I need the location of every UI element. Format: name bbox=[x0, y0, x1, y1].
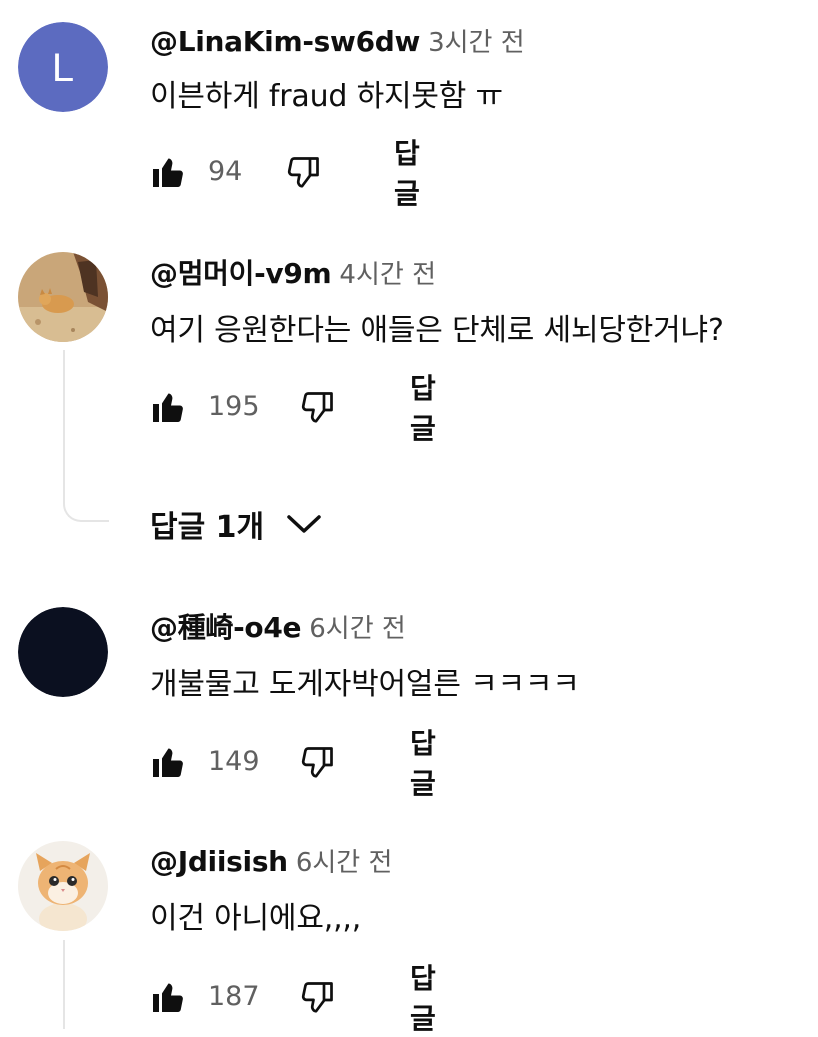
thumbs-up-icon bbox=[153, 748, 183, 777]
dislike-button[interactable] bbox=[286, 150, 322, 194]
like-count: 195 bbox=[208, 391, 260, 422]
reply-button[interactable]: 답글 bbox=[410, 962, 436, 1035]
reply-label: 답글 bbox=[394, 137, 420, 210]
reply-button[interactable]: 답글 bbox=[410, 727, 436, 800]
timestamp[interactable]: 6시간 전 bbox=[296, 848, 393, 878]
reply-button[interactable]: 답글 bbox=[394, 137, 420, 210]
like-count: 149 bbox=[208, 746, 260, 777]
reply-label: 답글 bbox=[410, 727, 436, 800]
thread-connector bbox=[63, 940, 65, 1029]
dislike-button[interactable] bbox=[300, 975, 336, 1019]
avatar-dark-image bbox=[18, 607, 108, 697]
thread-connector bbox=[63, 350, 109, 522]
author-line: @Jdiisish 6시간 전 bbox=[150, 845, 393, 878]
timestamp[interactable]: 4시간 전 bbox=[339, 260, 436, 290]
author-line: @種崎-o4e 6시간 전 bbox=[150, 611, 406, 644]
author-line: @LinaKim-sw6dw 3시간 전 bbox=[150, 25, 525, 58]
thumbs-down-icon bbox=[301, 392, 333, 423]
dislike-button[interactable] bbox=[300, 385, 336, 429]
reply-label: 답글 bbox=[410, 962, 436, 1035]
thumbs-down-icon bbox=[301, 747, 333, 778]
avatar[interactable] bbox=[18, 841, 108, 931]
like-count: 187 bbox=[208, 981, 260, 1012]
like-button[interactable] bbox=[150, 975, 186, 1019]
comment-text: 이건 아니에요,,,, bbox=[150, 901, 362, 936]
avatar-letter-image: L bbox=[18, 22, 108, 112]
comment-text: 여기 응원한다는 애들은 단체로 세뇌당한거냐? bbox=[150, 313, 724, 348]
avatar[interactable]: L bbox=[18, 22, 108, 112]
timestamp[interactable]: 6시간 전 bbox=[309, 614, 406, 644]
thumbs-down-icon bbox=[301, 982, 333, 1013]
avatar-cat-image bbox=[18, 252, 108, 342]
thumbs-up-icon bbox=[153, 983, 183, 1012]
like-button[interactable] bbox=[150, 740, 186, 784]
svg-text:L: L bbox=[52, 46, 74, 90]
reply-button[interactable]: 답글 bbox=[410, 372, 436, 445]
author-name[interactable]: @種崎-o4e bbox=[150, 611, 302, 644]
like-button[interactable] bbox=[150, 385, 186, 429]
like-count: 94 bbox=[208, 156, 243, 187]
avatar[interactable] bbox=[18, 607, 108, 697]
avatar-kitten-image bbox=[18, 841, 108, 931]
comment-text: 개불물고 도게자박어얼른 ㅋㅋㅋㅋ bbox=[150, 667, 580, 702]
like-button[interactable] bbox=[150, 150, 186, 194]
show-replies-button[interactable]: 답글 1개 bbox=[150, 502, 322, 546]
thumbs-down-icon bbox=[287, 157, 319, 188]
replies-count-label: 답글 1개 bbox=[150, 510, 265, 545]
author-name[interactable]: @LinaKim-sw6dw bbox=[150, 25, 420, 58]
dislike-button[interactable] bbox=[300, 740, 336, 784]
chevron-down-icon bbox=[286, 512, 322, 536]
thumbs-up-icon bbox=[153, 158, 183, 187]
author-name[interactable]: @멈머이-v9m bbox=[150, 257, 332, 290]
thumbs-up-icon bbox=[153, 393, 183, 422]
comment-text: 이븐하게 fraud 하지못함 ㅠ bbox=[150, 79, 503, 114]
timestamp[interactable]: 3시간 전 bbox=[428, 28, 525, 58]
reply-label: 답글 bbox=[410, 372, 436, 445]
author-line: @멈머이-v9m 4시간 전 bbox=[150, 257, 436, 290]
author-name[interactable]: @Jdiisish bbox=[150, 845, 288, 878]
avatar[interactable] bbox=[18, 252, 108, 342]
